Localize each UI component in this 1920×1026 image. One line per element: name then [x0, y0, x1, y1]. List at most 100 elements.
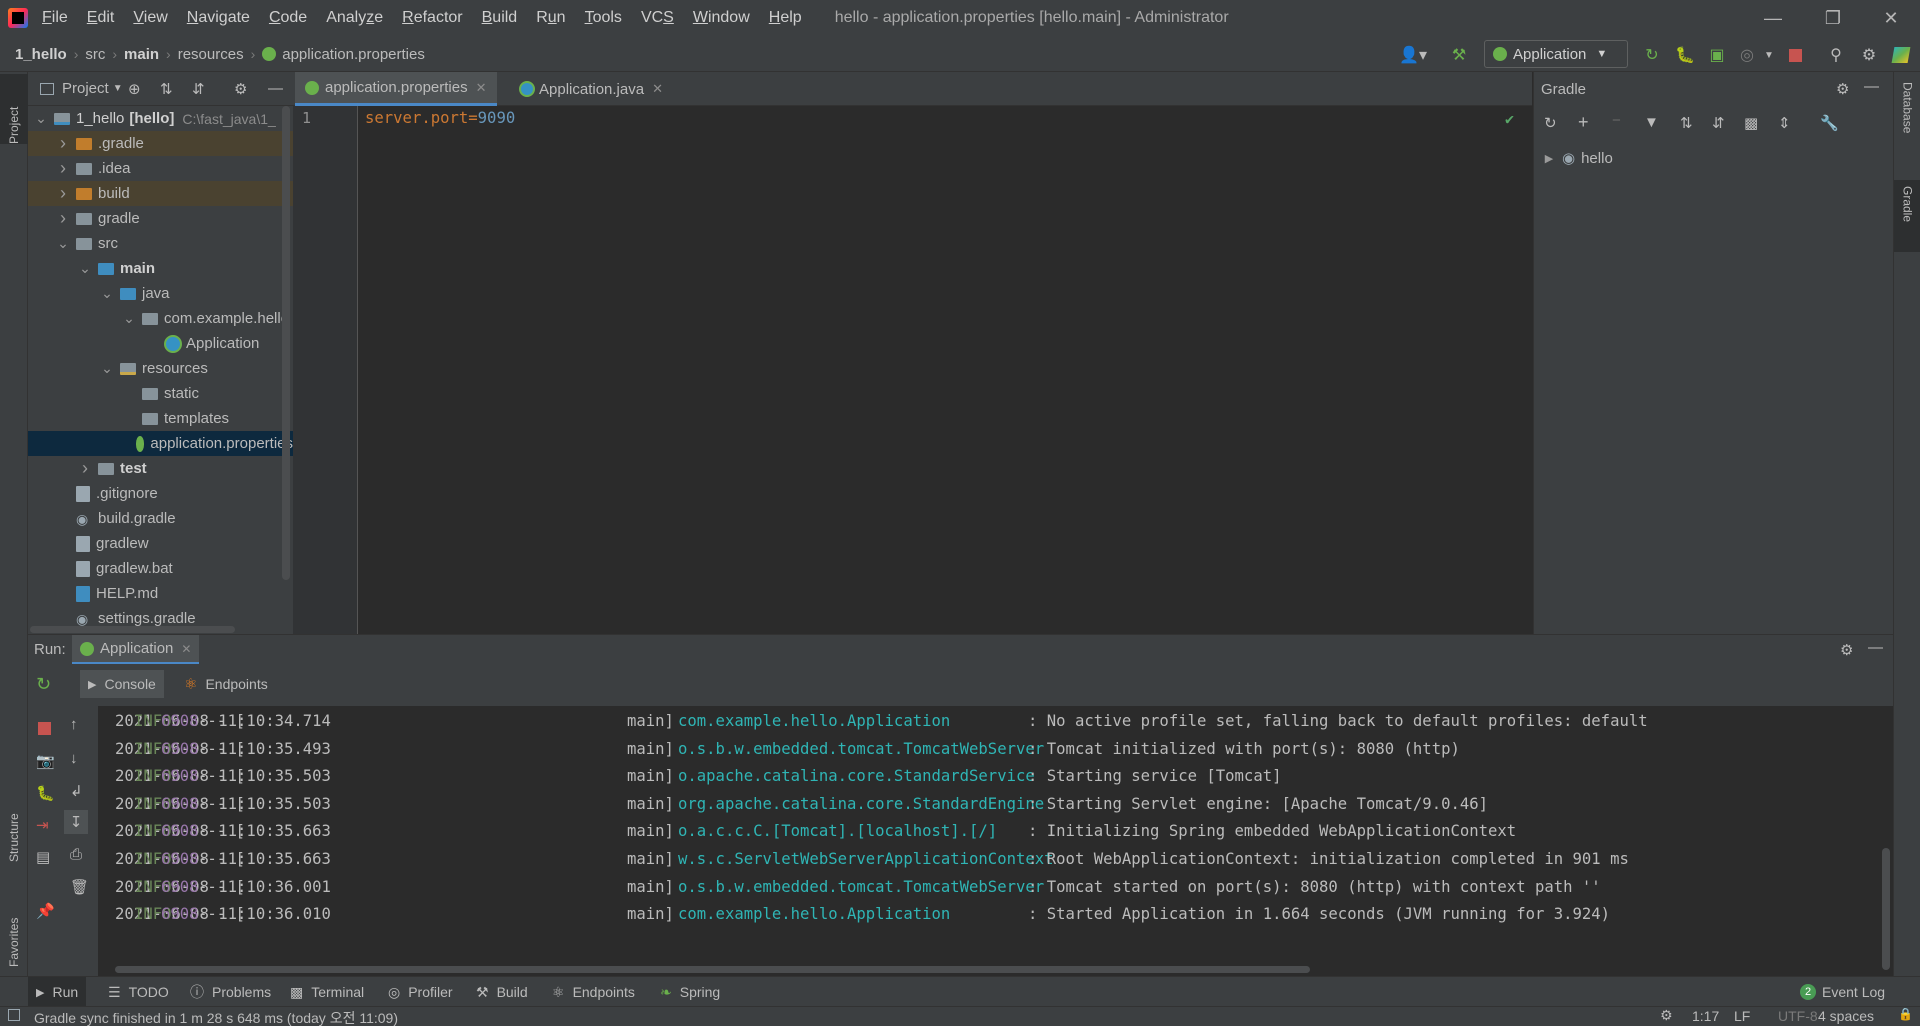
breadcrumb-main[interactable]: main [124, 46, 159, 63]
bottom-tab-build[interactable]: ⚒ Build [476, 977, 528, 1007]
menu-help[interactable]: Help [769, 9, 802, 27]
project-tool-tab[interactable]: Project [0, 74, 28, 144]
chevron-down-icon[interactable]: ⌄ [100, 285, 114, 302]
reload-icon[interactable]: ↻ [1544, 114, 1557, 132]
menu-code[interactable]: Code [269, 9, 307, 27]
chevron-right-icon[interactable]: › [78, 458, 92, 479]
chevron-right-icon[interactable]: › [56, 133, 70, 154]
chevron-down-icon[interactable]: ▼ [113, 83, 123, 94]
tree-item[interactable]: gradlew.bat [28, 556, 293, 581]
close-icon[interactable]: ✕ [181, 642, 191, 656]
build-hammer-icon[interactable]: ⚒ [1448, 44, 1470, 66]
exit-icon[interactable]: ⇥ [36, 816, 49, 834]
menu-edit[interactable]: Edit [87, 9, 115, 27]
menu-refactor[interactable]: Refactor [402, 9, 462, 27]
close-window-button[interactable]: ✕ [1862, 0, 1920, 36]
gradle-tool-tab[interactable]: Gradle [1894, 180, 1920, 252]
chevron-down-icon[interactable]: ⌄ [34, 110, 48, 127]
stop-icon[interactable] [1784, 44, 1806, 66]
chevron-right-icon[interactable]: › [56, 183, 70, 204]
tree-item[interactable]: HELP.md [28, 581, 293, 606]
menu-tools[interactable]: Tools [585, 9, 622, 27]
settings-gear-icon[interactable]: ⚙ [1858, 44, 1880, 66]
chevron-down-icon[interactable]: ⌄ [56, 235, 70, 252]
rerun-icon[interactable]: ↻ [36, 674, 51, 695]
tree-item[interactable]: ⌄ src [28, 231, 293, 256]
search-icon[interactable]: ⚲ [1825, 44, 1847, 66]
layout-icon[interactable]: ▤ [36, 848, 50, 866]
bottom-tab-terminal[interactable]: ▩ Terminal [290, 977, 364, 1007]
down-arrow-icon[interactable]: ↓ [70, 750, 78, 767]
console-horizontal-scrollbar[interactable] [115, 966, 1310, 973]
tree-item[interactable]: › .gradle [28, 131, 293, 156]
breadcrumb-file[interactable]: application.properties [282, 46, 425, 63]
add-icon[interactable]: + [1578, 112, 1589, 133]
up-arrow-icon[interactable]: ↑ [70, 716, 78, 733]
menu-window[interactable]: Window [693, 9, 750, 27]
breadcrumb-src[interactable]: src [85, 46, 105, 63]
camera-icon[interactable]: 📷 [36, 752, 55, 770]
hide-panel-icon[interactable]: — [268, 80, 283, 97]
chevron-right-icon[interactable]: ▶ [1542, 152, 1556, 165]
group-modules-icon[interactable]: ▩ [1744, 114, 1758, 132]
database-tool-tab[interactable]: Database [1894, 76, 1920, 166]
menu-run[interactable]: Run [536, 9, 565, 27]
status-message[interactable]: Gradle sync finished in 1 m 28 s 648 ms … [34, 1008, 398, 1026]
locate-file-icon[interactable]: ⊕ [128, 80, 141, 98]
favorites-tool-tab[interactable]: Favorites [0, 882, 28, 967]
chevron-right-icon[interactable]: › [56, 158, 70, 179]
close-icon[interactable]: ✕ [476, 80, 487, 96]
tree-item[interactable]: › build [28, 181, 293, 206]
print-icon[interactable]: ⎙ [70, 846, 82, 863]
pin-icon[interactable]: 📌 [36, 902, 55, 920]
bottom-tab-run[interactable]: ▶ Run [28, 977, 87, 1007]
tree-item[interactable]: templates [28, 406, 293, 431]
bottom-tab-problems[interactable]: ⓘ Problems [190, 977, 271, 1007]
close-icon[interactable]: ✕ [652, 81, 663, 97]
more-run-options-icon[interactable]: ▼ [1758, 44, 1780, 66]
tree-item[interactable]: ⌄ main [28, 256, 293, 281]
tree-item[interactable]: ◉ build.gradle [28, 506, 293, 531]
console-output[interactable]: 2021-06-08 11:10:34.714 INFO 6908 --- [main… [98, 706, 1893, 976]
chevron-down-icon[interactable]: ⌄ [122, 310, 136, 327]
expand-all-icon[interactable]: ⇅ [1680, 114, 1693, 132]
bottom-tab-endpoints[interactable]: ⚛ Endpoints [552, 977, 635, 1007]
breadcrumb-project[interactable]: 1_hello [15, 46, 67, 63]
coverage-icon[interactable]: ▣ [1706, 44, 1728, 66]
gear-icon[interactable]: ⚙ [234, 80, 247, 98]
user-icon[interactable]: 👤▾ [1396, 44, 1430, 66]
debug-bug-icon[interactable]: 🐛 [36, 784, 55, 802]
code-editor[interactable]: server.port=9090 ✔ [359, 106, 1532, 634]
toggle-tool-windows-icon[interactable] [8, 1009, 20, 1021]
tree-item[interactable]: ⌄ com.example.hello [28, 306, 293, 331]
run-tab-application[interactable]: Application ✕ [72, 635, 200, 665]
collapse-all-icon[interactable]: ⇵ [192, 80, 205, 98]
subtab-endpoints[interactable]: ⚛ Endpoints [176, 670, 276, 698]
expand-all-icon[interactable]: ⇅ [160, 80, 173, 98]
project-view-title[interactable]: Project [62, 80, 109, 97]
caret-position[interactable]: 1:17 [1692, 1008, 1719, 1024]
line-separator[interactable]: LF [1734, 1008, 1750, 1024]
structure-tool-tab[interactable]: Structure [0, 772, 28, 862]
tree-item[interactable]: ⌄ resources [28, 356, 293, 381]
debug-bug-icon[interactable]: 🐛 [1674, 44, 1696, 66]
profiler-icon[interactable]: ◎ [1736, 44, 1758, 66]
gear-icon[interactable]: ⚙ [1840, 641, 1853, 659]
event-log-button[interactable]: 2 Event Log [1800, 977, 1885, 1007]
collapse-all-icon[interactable]: ⇵ [1712, 114, 1725, 132]
restore-button[interactable]: ❐ [1804, 0, 1862, 36]
remove-icon[interactable]: − [1612, 112, 1621, 129]
gradle-root-item[interactable]: ▶ ◉ hello [1542, 146, 1613, 170]
menu-view[interactable]: View [133, 9, 167, 27]
console-vertical-scrollbar[interactable] [1882, 848, 1890, 970]
tree-item[interactable]: application.properties [28, 431, 293, 456]
minimize-button[interactable]: — [1744, 0, 1802, 36]
background-tasks-icon[interactable]: ⚙ [1660, 1007, 1673, 1024]
gear-icon[interactable]: ⚙ [1836, 80, 1849, 98]
tree-item[interactable]: › gradle [28, 206, 293, 231]
inspection-ok-check-icon[interactable]: ✔ [1505, 110, 1514, 128]
file-encoding[interactable]: UTF-8 [1778, 1008, 1818, 1024]
subtab-console[interactable]: ▶ Console [80, 670, 164, 698]
tree-item[interactable]: › test [28, 456, 293, 481]
chevron-down-icon[interactable]: ⌄ [100, 360, 114, 377]
